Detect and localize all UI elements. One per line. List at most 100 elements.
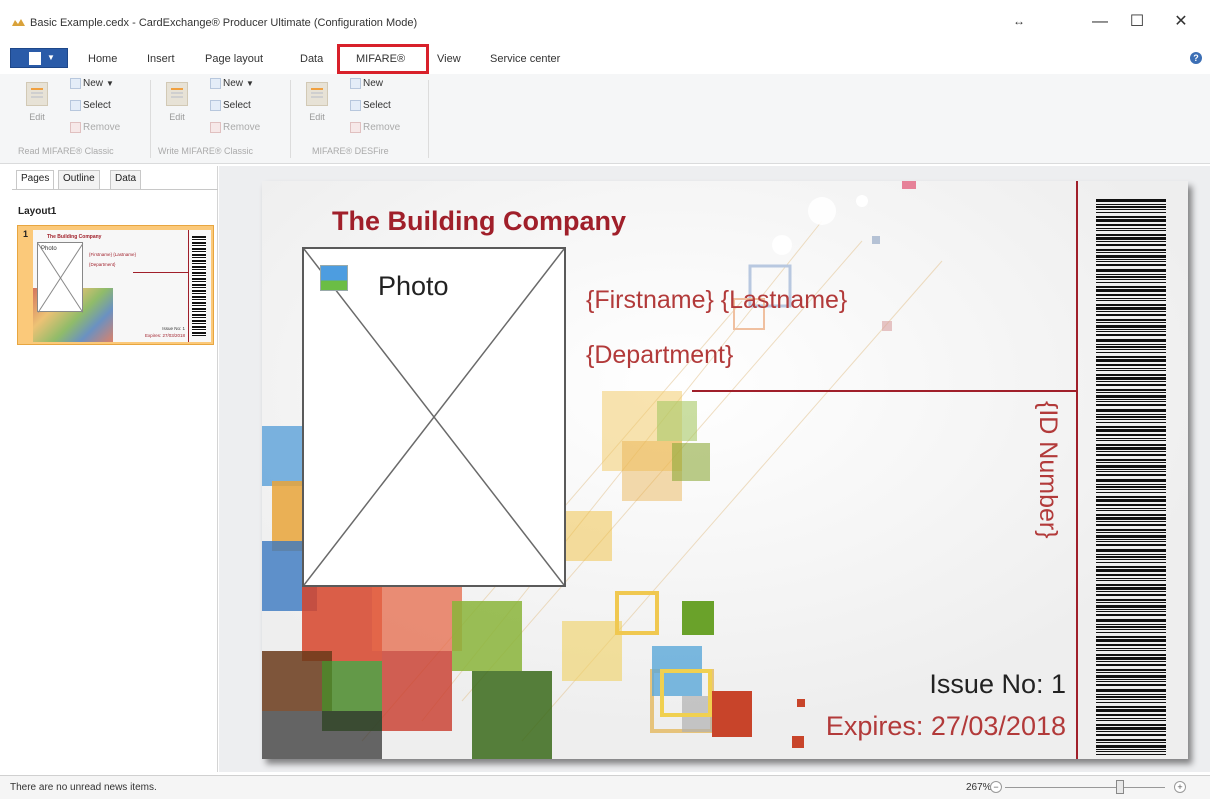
barcode-bar: [1096, 429, 1166, 432]
new-icon: [210, 78, 221, 89]
vertical-divider: [1076, 181, 1078, 759]
barcode-bar: [1096, 684, 1166, 686]
barcode-bar: [1096, 279, 1166, 280]
desfire-new-button[interactable]: New: [350, 78, 383, 94]
layout-name: Layout1: [18, 206, 57, 217]
document-icon: [29, 52, 41, 65]
barcode-bar: [1096, 556, 1166, 558]
minimize-button[interactable]: —: [1085, 12, 1115, 32]
group-read-mifare-classic: Edit New ▼ Select Remove Read MIFARE® Cla…: [12, 74, 150, 164]
barcode-bar: [1096, 496, 1166, 498]
barcode-bar: [1096, 454, 1166, 456]
barcode-bar: [1096, 619, 1166, 622]
tab-page-layout[interactable]: Page layout: [205, 53, 263, 65]
barcode-bar: [1096, 702, 1166, 703]
barcode-bar: [1096, 228, 1166, 229]
barcode-bar: [1096, 742, 1166, 743]
read-remove-button[interactable]: Remove: [70, 122, 120, 138]
tab-mifare-label: MIFARE®: [356, 53, 406, 65]
double-arrow-icon[interactable]: ↔: [1013, 14, 1025, 28]
barcode-bar: [1096, 274, 1166, 275]
read-select-label: Select: [83, 100, 111, 112]
zoom-slider-track[interactable]: [1005, 787, 1165, 788]
image-icon: [320, 265, 348, 291]
barcode-bar: [1096, 696, 1166, 698]
read-select-button[interactable]: Select: [70, 100, 111, 116]
id-card-design[interactable]: The Building Company Photo {Firstname} {…: [262, 181, 1188, 759]
barcode-bar: [1096, 629, 1166, 630]
file-menu-button[interactable]: ▼: [10, 48, 68, 68]
name-field[interactable]: {Firstname} {Lastname}: [586, 286, 847, 315]
help-icon[interactable]: ?: [1190, 52, 1202, 64]
desfire-edit-button[interactable]: Edit: [300, 82, 334, 132]
barcode-bar: [1096, 300, 1166, 301]
group-separator: [428, 80, 429, 158]
photo-placeholder[interactable]: Photo: [302, 247, 566, 587]
company-name[interactable]: The Building Company: [332, 206, 626, 237]
edit-icon: [166, 82, 188, 106]
barcode-bar: [1096, 599, 1166, 601]
write-new-button[interactable]: New ▼: [210, 78, 254, 94]
barcode-bar: [1096, 444, 1166, 446]
write-select-button[interactable]: Select: [210, 100, 251, 116]
status-bar: There are no unread news items. 267% − +: [0, 775, 1210, 799]
horizontal-divider: [692, 390, 1076, 392]
thumbnail-barcode: [192, 236, 206, 336]
barcode-bar: [1096, 731, 1166, 732]
barcode-bar: [1096, 224, 1166, 226]
barcode-bar: [1096, 706, 1166, 708]
tab-mifare[interactable]: MIFARE®: [337, 44, 429, 74]
remove-icon: [70, 122, 81, 133]
department-field[interactable]: {Department}: [586, 341, 733, 370]
zoom-in-button[interactable]: +: [1174, 781, 1186, 793]
close-button[interactable]: ✕: [1166, 12, 1196, 32]
read-edit-button[interactable]: Edit: [20, 82, 54, 132]
tab-data[interactable]: Data: [300, 53, 323, 65]
tab-pages[interactable]: Pages: [16, 170, 55, 190]
group-separator: [290, 80, 291, 158]
barcode-bar: [1096, 602, 1166, 603]
barcode-bar: [1096, 739, 1166, 741]
barcode-bar: [1096, 346, 1166, 348]
barcode-bar: [1096, 264, 1166, 266]
barcode-bar: [1096, 672, 1166, 673]
desfire-select-button[interactable]: Select: [350, 100, 391, 116]
tab-home[interactable]: Home: [88, 53, 117, 65]
read-new-button[interactable]: New ▼: [70, 78, 114, 94]
write-edit-button[interactable]: Edit: [160, 82, 194, 132]
barcode-bar: [1096, 578, 1166, 579]
barcode[interactable]: [1096, 199, 1166, 755]
zoom-out-button[interactable]: −: [990, 781, 1002, 793]
barcode-bar: [1096, 204, 1166, 205]
remove-icon: [350, 122, 361, 133]
barcode-bar: [1096, 566, 1166, 568]
issue-number[interactable]: Issue No: 1: [929, 669, 1066, 700]
zoom-slider-thumb[interactable]: [1116, 780, 1125, 794]
barcode-bar: [1096, 471, 1166, 472]
select-icon: [210, 100, 221, 111]
desfire-remove-button[interactable]: Remove: [350, 122, 400, 138]
barcode-bar: [1096, 632, 1166, 633]
barcode-bar: [1096, 605, 1166, 608]
barcode-bar: [1096, 587, 1166, 590]
barcode-bar: [1096, 438, 1166, 439]
page-thumbnail[interactable]: 1 The Building Company Photo {Firstname}…: [17, 225, 214, 345]
barcode-bar: [1096, 636, 1166, 638]
app-icon: [12, 19, 25, 26]
barcode-bar: [1096, 484, 1166, 485]
tab-insert[interactable]: Insert: [147, 53, 175, 65]
tab-outline[interactable]: Outline: [58, 170, 100, 190]
tab-service-center[interactable]: Service center: [490, 53, 560, 65]
tab-panel-data[interactable]: Data: [110, 170, 142, 190]
tab-view[interactable]: View: [437, 53, 461, 65]
id-number-field[interactable]: {ID Number}: [1026, 401, 1066, 601]
barcode-bar: [1096, 580, 1166, 581]
barcode-bar: [1096, 559, 1166, 560]
write-select-label: Select: [223, 100, 251, 112]
barcode-bar: [1096, 389, 1166, 391]
expiry-date[interactable]: Expires: 27/03/2018: [826, 711, 1066, 742]
write-remove-button[interactable]: Remove: [210, 122, 260, 138]
barcode-bar: [1096, 624, 1166, 625]
barcode-bar: [1096, 282, 1166, 283]
maximize-button[interactable]: ☐: [1122, 12, 1152, 32]
